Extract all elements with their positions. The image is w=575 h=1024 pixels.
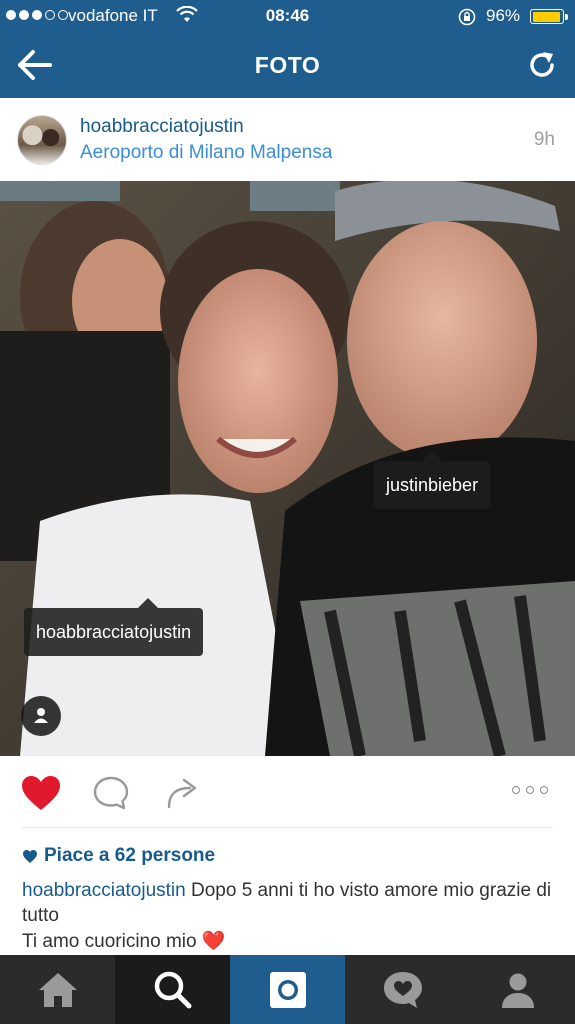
red-heart-emoji: ❤️ [201,931,226,952]
likes-text: Piace a 62 persone [44,845,216,866]
nav-bar: FOTO [0,32,575,98]
like-small-heart-icon [23,849,37,863]
page-title: FOTO [254,52,321,78]
caption-username[interactable]: hoabbracciatojustin [22,880,186,901]
battery-icon [530,9,568,24]
caption-line-1: hoabbracciatojustin Dopo 5 anni ti ho vi… [22,878,552,928]
tab-home[interactable] [0,955,115,1024]
comment-icon[interactable] [92,775,130,811]
battery-percent: 96% [486,6,521,25]
camera-icon [269,971,306,1008]
rotation-lock-icon [458,8,476,26]
post-actions [0,756,575,828]
caption-text-2: Ti amo cuoricino mio [22,931,202,952]
post-caption: hoabbracciatojustin Dopo 5 anni ti ho vi… [22,878,552,954]
top-bar: vodafone IT 08:46 96% FOTO [0,0,575,98]
photo-tag-justinbieber[interactable]: justinbieber [374,451,491,509]
activity-heart-icon [383,971,422,1008]
share-icon[interactable] [166,776,200,810]
likes-count[interactable]: Piace a 62 persone [22,845,215,867]
more-dots-icon[interactable] [512,786,552,798]
tab-camera[interactable] [230,955,345,1024]
photo-tag-hoabbracciatojustin[interactable]: hoabbracciatojustin [24,598,204,656]
profile-icon [501,973,534,1008]
post-age: 9h [533,129,555,150]
post-photo[interactable]: justinbieber hoabbracciatojustin [0,181,575,756]
status-bar: vodafone IT 08:46 96% [0,0,575,32]
refresh-icon[interactable] [526,49,558,81]
divider [22,827,553,828]
heart-filled-icon[interactable] [20,774,62,812]
tab-profile[interactable] [460,955,575,1024]
tab-bar [0,955,575,1024]
search-icon [154,971,191,1008]
home-icon [38,972,77,1007]
tab-activity[interactable] [345,955,460,1024]
tab-search[interactable] [115,955,230,1024]
post-header: hoabbracciatojustin Aeroporto di Milano … [0,98,575,180]
avatar[interactable] [17,115,67,165]
caption-line-2: Ti amo cuoricino mio ❤️ [22,929,552,954]
people-tagged-icon[interactable] [21,696,61,736]
post-location[interactable]: Aeroporto di Milano Malpensa [80,142,332,164]
post-username[interactable]: hoabbracciatojustin [80,116,244,138]
